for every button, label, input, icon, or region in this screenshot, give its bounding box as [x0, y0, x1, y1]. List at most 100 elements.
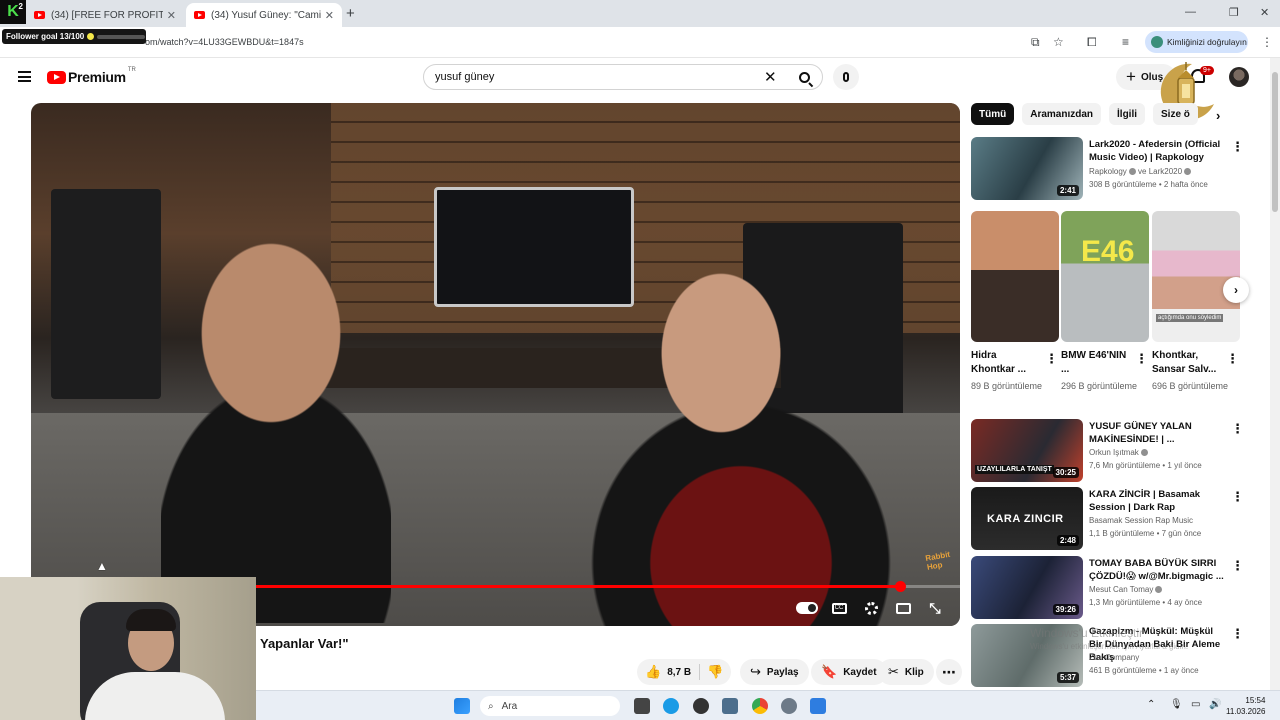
more-vertical-icon[interactable]: ⋮ — [1045, 351, 1058, 367]
url-field[interactable]: om/watch?v=4LU33GEWBDU&t=1847s — [145, 37, 304, 47]
close-window-icon[interactable]: ✕ — [1260, 6, 1269, 19]
short-item[interactable]: açtığımda onu söyledim Khontkar, Sansar … — [1152, 211, 1240, 391]
video-thumbnail[interactable]: 2:41 — [971, 137, 1083, 200]
new-tab-button[interactable]: + — [346, 5, 355, 22]
more-vertical-icon[interactable]: ⋮ — [1231, 421, 1244, 437]
chip-from-search[interactable]: Aramanızdan — [1022, 103, 1102, 125]
taskbar-search[interactable]: ⌕ Ara — [480, 696, 620, 716]
video-player[interactable]: Rabbit Hop CC ⤡ — [31, 103, 960, 626]
short-item[interactable]: Hidra Khontkar ... 89 B görüntüleme ⋮ — [971, 211, 1059, 391]
more-horizontal-icon: ⋯ — [942, 663, 956, 680]
shorts-next-button[interactable]: › — [1223, 277, 1249, 303]
calculator-icon[interactable] — [722, 698, 738, 714]
search-box[interactable]: yusuf güney ✕ — [423, 64, 823, 90]
short-thumbnail[interactable]: E46 — [1061, 211, 1149, 342]
chrome-icon[interactable] — [752, 698, 768, 714]
windows-start-icon[interactable] — [454, 698, 470, 714]
gear-icon — [864, 601, 878, 615]
miniplayer-button[interactable] — [893, 599, 913, 617]
install-app-icon[interactable]: ⧉ — [1031, 35, 1040, 50]
settings-gear-icon[interactable] — [781, 698, 797, 714]
more-vertical-icon[interactable]: ⋮ — [1231, 626, 1244, 642]
share-button[interactable]: ↪ Paylaş — [740, 659, 809, 685]
subtitles-button[interactable]: CC — [829, 599, 849, 617]
channel-name[interactable]: Basamak Session Rap Music — [1089, 516, 1193, 525]
autoplay-toggle[interactable] — [795, 599, 819, 617]
more-actions-button[interactable]: ⋯ — [936, 659, 962, 685]
obs-icon[interactable] — [693, 698, 709, 714]
volume-icon[interactable]: 🔊 — [1209, 699, 1221, 710]
more-vertical-icon[interactable]: ⋮ — [1231, 489, 1244, 505]
progress-scrubber[interactable] — [894, 581, 906, 592]
network-icon[interactable]: ▭ — [1191, 699, 1200, 710]
video-thumbnail[interactable]: 39:26 — [971, 556, 1083, 619]
goal-dot-icon — [87, 33, 95, 40]
account-avatar[interactable] — [1229, 67, 1249, 87]
edge-icon[interactable] — [663, 698, 679, 714]
video-title[interactable]: KARA ZİNCİR | Basamak Session | Dark Rap — [1089, 488, 1227, 514]
chip-all[interactable]: Tümü — [971, 103, 1015, 125]
video-thumbnail[interactable]: KARA ZINCIR 2:48 — [971, 487, 1083, 550]
task-view-icon[interactable] — [634, 698, 650, 714]
short-title: Hidra Khontkar ... — [971, 350, 1027, 375]
settings-button[interactable] — [861, 599, 881, 617]
scrollbar-thumb[interactable] — [1272, 72, 1278, 212]
video-thumbnail[interactable]: UZAYLILARLA TANIŞT 30:25 — [971, 419, 1083, 482]
more-vertical-icon[interactable]: ⋮ — [1135, 351, 1148, 367]
dislike-button[interactable]: 👎 — [700, 664, 730, 680]
extensions-icon[interactable]: ⧠ — [1087, 35, 1097, 50]
channel-name[interactable]: Zbu Company — [1089, 653, 1139, 662]
short-thumbnail[interactable]: açtığımda onu söyledim — [1152, 211, 1240, 342]
video-title[interactable]: Lark2020 - Afedersin (Official Music Vid… — [1089, 138, 1227, 164]
recommended-video[interactable]: 39:26 TOMAY BABA BÜYÜK SIRRI ÇÖZDÜ!😱 w/@… — [971, 556, 1255, 620]
video-title[interactable]: YUSUF GÜNEY YALAN MAKİNESİNDE! | ... — [1089, 420, 1227, 446]
channel-name[interactable]: Orkun Işıtmak — [1089, 448, 1148, 457]
minimize-icon[interactable]: — — [1185, 6, 1196, 18]
bookmark-star-icon[interactable]: ☆ — [1053, 35, 1064, 49]
more-vertical-icon[interactable]: ⋮ — [1231, 558, 1244, 574]
chip-for-you[interactable]: Size ö — [1153, 103, 1198, 125]
recommended-video[interactable]: KARA ZINCIR 2:48 KARA ZİNCİR | Basamak S… — [971, 487, 1255, 551]
browser-tab-1[interactable]: (34) [FREE FOR PROFIT] Melodi ✕ — [26, 3, 184, 27]
channel-name[interactable]: Rapkology ve Lark2020 — [1089, 167, 1192, 176]
fullscreen-button[interactable]: ⤡ — [925, 599, 945, 617]
browser-tab-2[interactable]: (34) Yusuf Güney: "Camiada Şe ✕ — [186, 3, 342, 27]
tab-title: (34) [FREE FOR PROFIT] Melodi — [51, 9, 163, 21]
more-vertical-icon[interactable]: ⋮ — [1231, 139, 1244, 155]
verify-identity-button[interactable]: Kimliğinizi doğrulayın — [1145, 31, 1248, 53]
youtube-premium-logo[interactable]: Premium TR — [47, 67, 136, 85]
hamburger-menu-icon[interactable] — [18, 71, 31, 82]
page-scrollbar[interactable] — [1270, 58, 1280, 690]
restore-icon[interactable]: ❐ — [1229, 6, 1239, 19]
close-tab-icon[interactable]: ✕ — [325, 9, 334, 22]
recommended-video[interactable]: UZAYLILARLA TANIŞT 30:25 YUSUF GÜNEY YAL… — [971, 419, 1255, 483]
taskbar-clock[interactable]: 15:54 11.03.2026 — [1226, 695, 1265, 717]
browser-menu-icon[interactable]: ⋮ — [1261, 35, 1273, 49]
clip-button[interactable]: ✂ Klip — [878, 659, 934, 685]
search-button[interactable] — [785, 65, 823, 89]
microphone-tray-icon[interactable]: 🎙 — [1170, 699, 1183, 710]
voice-search-button[interactable] — [833, 64, 859, 90]
channel-name[interactable]: Mesut Can Tomay — [1089, 585, 1163, 594]
media-controls-icon[interactable]: ≡ — [1122, 35, 1129, 49]
short-overlay-text: E46 — [1081, 235, 1135, 268]
search-input[interactable]: yusuf güney — [435, 71, 494, 83]
video-title[interactable]: TOMAY BABA BÜYÜK SIRRI ÇÖZDÜ!😱 w/@Mr.big… — [1089, 557, 1227, 583]
short-item[interactable]: E46 BMW E46'NIN ... 296 B görüntüleme ⋮ — [1061, 211, 1149, 391]
tray-chevron-icon[interactable]: ⌃ — [1147, 699, 1155, 710]
duration-badge: 30:25 — [1052, 467, 1079, 478]
short-thumbnail[interactable] — [971, 211, 1059, 342]
notepad-icon[interactable] — [810, 698, 826, 714]
chevron-right-icon[interactable]: › — [1216, 108, 1220, 123]
close-tab-icon[interactable]: ✕ — [167, 9, 176, 22]
video-meta: 461 B görüntüleme • 1 ay önce — [1089, 666, 1199, 675]
recommended-video[interactable]: 2:41 Lark2020 - Afedersin (Official Musi… — [971, 137, 1255, 201]
like-button[interactable]: 👍 8,7 B — [637, 664, 701, 680]
video-meta: 308 B görüntüleme • 2 hafta önce — [1089, 180, 1208, 189]
more-vertical-icon[interactable]: ⋮ — [1226, 351, 1239, 367]
chip-related[interactable]: İlgili — [1109, 103, 1146, 125]
clear-search-icon[interactable]: ✕ — [764, 68, 777, 86]
channel-label: Rapkology — [1089, 167, 1127, 176]
microphone-icon — [843, 72, 849, 82]
save-button[interactable]: 🔖 Kaydet — [811, 659, 887, 685]
